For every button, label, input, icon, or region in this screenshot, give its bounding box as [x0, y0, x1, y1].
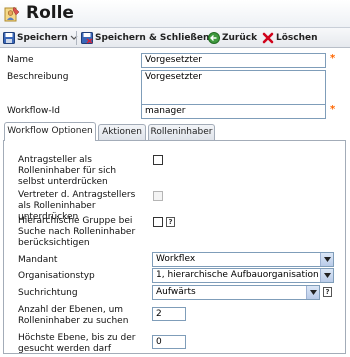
delete-label: Löschen [276, 33, 318, 43]
title-bar: Rolle [0, 0, 350, 28]
save-button[interactable]: Speichern [3, 30, 80, 46]
hierarchical-group-checkbox[interactable] [153, 217, 163, 227]
workflow-id-input[interactable]: manager [141, 104, 326, 119]
suppress-substitute-checkbox[interactable] [153, 191, 163, 201]
help-icon[interactable]: ? [323, 287, 332, 297]
suppress-applicant-checkbox[interactable] [153, 155, 163, 165]
dropdown-arrow-icon [320, 253, 333, 266]
levels-input[interactable]: 2 [152, 307, 186, 321]
name-label: Name [7, 55, 34, 65]
tab-workflow-options[interactable]: Workflow Optionen [4, 122, 96, 141]
mandant-select[interactable]: Workflex [152, 252, 334, 267]
name-input[interactable]: Vorgesetzter [141, 53, 326, 68]
orgtype-select[interactable]: 1, hierarchische Aufbauorganisation [152, 268, 334, 283]
save-close-button[interactable]: Speichern & Schließen [81, 30, 209, 46]
description-label: Beschreibung [7, 72, 69, 82]
save-close-label: Speichern & Schließen [95, 33, 210, 43]
delete-icon [262, 32, 274, 44]
hierarchical-group-label: Hierarchische Gruppe bei Suche nach Roll… [18, 216, 136, 248]
toolbar: Speichern Speichern & Schließen Zurück L… [0, 28, 350, 48]
orgtype-label: Organisationstyp [18, 271, 95, 281]
required-marker: * [330, 104, 336, 115]
suppress-applicant-label: Antragsteller als Rolleninhaber für sich… [18, 155, 117, 187]
floppy-close-icon [81, 32, 93, 44]
max-level-input[interactable]: 0 [152, 335, 186, 349]
direction-label: Suchrichtung [18, 288, 78, 298]
tab-actions[interactable]: Aktionen [98, 124, 146, 140]
back-arrow-icon [208, 32, 220, 44]
levels-label: Anzahl der Ebenen, um Rolleninhaber zu s… [18, 305, 129, 326]
workflow-id-label: Workflow-Id [7, 106, 60, 116]
floppy-icon [3, 32, 15, 44]
direction-value: Aufwärts [156, 287, 196, 297]
save-label: Speichern [17, 33, 68, 43]
direction-select[interactable]: Aufwärts [152, 285, 320, 300]
mandant-label: Mandant [18, 255, 58, 265]
dropdown-arrow-icon [306, 286, 319, 299]
toolbar-separator [76, 31, 77, 45]
delete-button[interactable]: Löschen [262, 30, 318, 46]
max-level-label: Höchste Ebene, bis zu der gesucht werden… [18, 333, 136, 354]
dropdown-arrow-icon [320, 269, 333, 282]
tab-role-holders[interactable]: Rolleninhaber [148, 124, 215, 140]
description-textarea[interactable]: Vorgesetzter [141, 70, 326, 108]
required-marker: * [330, 53, 336, 64]
back-button[interactable]: Zurück [208, 30, 257, 46]
back-label: Zurück [222, 33, 258, 43]
help-icon[interactable]: ? [166, 217, 175, 227]
mandant-value: Workflex [156, 254, 196, 264]
orgtype-value: 1, hierarchische Aufbauorganisation [156, 270, 319, 280]
page-title: Rolle [26, 3, 74, 23]
role-icon [4, 6, 20, 22]
